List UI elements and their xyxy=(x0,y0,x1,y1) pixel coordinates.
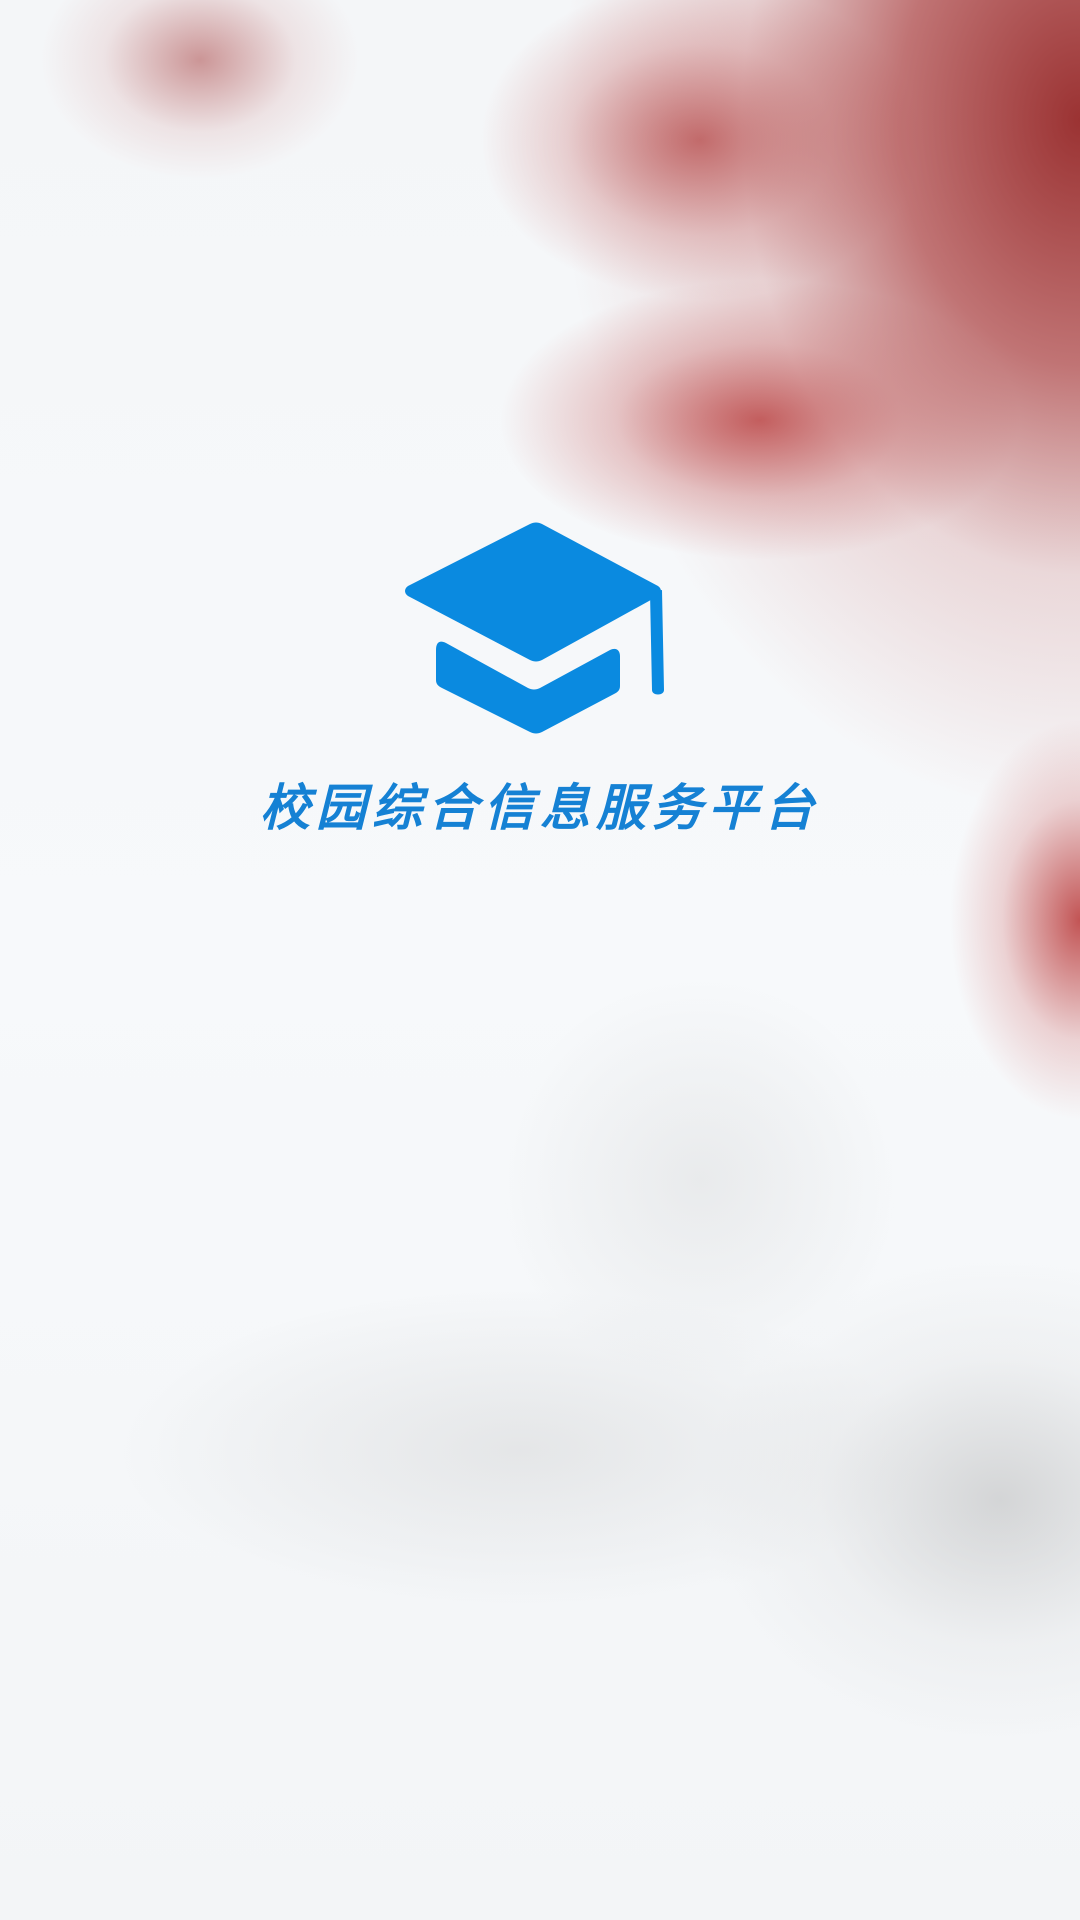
app-title: 校园综合信息服务平台 xyxy=(260,778,820,837)
graduation-cap-icon xyxy=(400,520,670,750)
splash-background xyxy=(0,0,1080,1920)
app-logo xyxy=(400,520,670,750)
